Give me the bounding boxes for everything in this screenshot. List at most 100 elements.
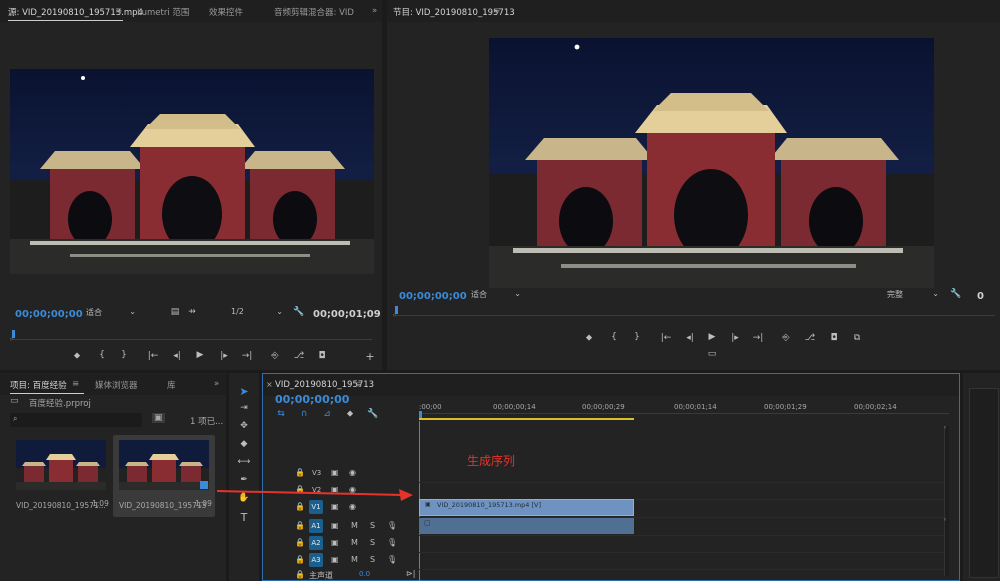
lock-icon[interactable]: 🔒: [295, 468, 305, 477]
lock-icon[interactable]: 🔒: [295, 502, 305, 511]
source-scrub-bar[interactable]: ◦: [9, 330, 372, 344]
camera-icon[interactable]: ◘: [315, 351, 329, 361]
go-to-out-icon[interactable]: →|: [240, 351, 254, 361]
tab-media-browser[interactable]: 媒体浏览器: [95, 379, 138, 391]
lock-icon[interactable]: 🔒: [295, 521, 305, 530]
export-frame-icon[interactable]: ▤: [168, 307, 182, 317]
solo-icon[interactable]: S: [370, 521, 375, 530]
more-tabs-icon[interactable]: »: [214, 379, 219, 389]
extract-icon[interactable]: ⎇: [803, 333, 817, 343]
work-area-bar[interactable]: [419, 418, 634, 420]
play-icon[interactable]: ▶: [705, 332, 719, 342]
eye-icon[interactable]: ◉: [349, 468, 356, 477]
mute-icon[interactable]: M: [351, 521, 358, 530]
source-resolution-select[interactable]: 1/2 ⌄: [231, 307, 285, 321]
insert-icon[interactable]: ⇸: [185, 307, 199, 317]
step-back-icon[interactable]: ◂|: [683, 333, 697, 343]
source-timecode[interactable]: 00;00;00;00: [15, 309, 83, 320]
mute-icon[interactable]: M: [351, 538, 358, 547]
program-scrub-bar[interactable]: ◦: [392, 306, 995, 320]
track-target-a3[interactable]: A3: [309, 553, 323, 567]
sync-lock-icon[interactable]: ▣: [331, 538, 339, 547]
tab-effect-controls[interactable]: 效果控件: [209, 6, 243, 18]
lock-icon[interactable]: 🔒: [295, 570, 305, 579]
scroll-handle-icon[interactable]: ◦: [943, 424, 947, 432]
mark-out-icon[interactable]: }: [630, 332, 644, 342]
mark-in-icon[interactable]: {: [607, 332, 621, 342]
overwrite-clip-icon[interactable]: ⎇: [292, 351, 306, 361]
project-search-input[interactable]: ⌕: [10, 413, 142, 427]
safe-margins-icon[interactable]: ▭: [705, 349, 719, 359]
tab-audio-clip-mixer[interactable]: 音频剪辑混合器: VID: [274, 6, 354, 18]
timeline-menu-icon[interactable]: ≡: [355, 380, 362, 390]
close-icon[interactable]: ×: [266, 380, 273, 389]
project-item-sequence[interactable]: VID_20190810_195713 1;09: [113, 435, 215, 517]
go-to-in-icon[interactable]: |←: [659, 333, 673, 343]
video-clip[interactable]: ▣ VID_20190810_195713.mp4 [V]: [419, 499, 634, 516]
step-back-icon[interactable]: ◂|: [170, 351, 184, 361]
microphone-icon[interactable]: 🎙: [387, 538, 397, 547]
track-target-a1[interactable]: A1: [309, 519, 323, 533]
master-volume[interactable]: 0.0: [359, 570, 370, 578]
scroll-handle-icon[interactable]: ◦: [943, 516, 947, 524]
source-fit-select[interactable]: 适合 ⌄: [86, 307, 138, 321]
solo-icon[interactable]: S: [370, 538, 375, 547]
sync-lock-icon[interactable]: ▣: [331, 521, 339, 530]
add-marker-icon[interactable]: ⬥: [582, 333, 596, 343]
mute-icon[interactable]: M: [351, 555, 358, 564]
track-target-a2[interactable]: A2: [309, 536, 323, 550]
step-forward-icon[interactable]: |▸: [217, 351, 231, 361]
tab-project[interactable]: 项目: 百度经验: [10, 379, 67, 391]
wrench-icon[interactable]: 🔧: [292, 307, 306, 317]
audio-clip[interactable]: ▢: [419, 518, 634, 534]
wrench-icon[interactable]: 🔧: [949, 289, 963, 299]
play-icon[interactable]: ▶: [193, 350, 207, 360]
selection-tool-icon[interactable]: ➤: [237, 385, 251, 398]
microphone-icon[interactable]: 🎙: [387, 521, 397, 530]
snap-icon[interactable]: ⇆: [274, 409, 288, 419]
sync-lock-icon[interactable]: ▣: [331, 555, 339, 564]
vertical-scrollbar[interactable]: [944, 426, 949, 576]
time-ruler[interactable]: :00;00 00;00;00;14 00;00;00;29 00;00;01;…: [419, 400, 954, 422]
insert-clip-icon[interactable]: ⎆: [268, 351, 282, 361]
lock-icon[interactable]: 🔒: [295, 538, 305, 547]
mark-in-icon[interactable]: {: [95, 350, 109, 360]
add-marker-icon[interactable]: ⬥: [343, 409, 357, 419]
type-tool-icon[interactable]: T: [237, 511, 251, 524]
track-select-tool-icon[interactable]: ⇥: [237, 403, 251, 413]
ripple-edit-tool-icon[interactable]: ✥: [237, 421, 251, 431]
eye-icon[interactable]: ◉: [349, 502, 356, 511]
comparison-view-icon[interactable]: ⧉: [850, 333, 864, 343]
lock-icon[interactable]: 🔒: [295, 555, 305, 564]
project-menu-icon[interactable]: ≡: [72, 379, 79, 389]
solo-icon[interactable]: S: [370, 555, 375, 564]
razor-tool-icon[interactable]: ◆: [237, 439, 251, 449]
program-timecode[interactable]: 00;00;00;00: [399, 291, 467, 302]
sync-lock-icon[interactable]: ▣: [331, 468, 339, 477]
program-quality-select[interactable]: 完整 ⌄: [887, 289, 941, 303]
microphone-icon[interactable]: 🎙: [387, 555, 397, 564]
lift-icon[interactable]: ⎆: [779, 333, 793, 343]
linked-selection-icon[interactable]: ∩: [297, 409, 311, 419]
timeline-timecode[interactable]: 00;00;00;00: [275, 393, 349, 406]
tab-libraries[interactable]: 库: [167, 379, 176, 391]
source-menu-icon[interactable]: ≡: [115, 6, 122, 16]
new-bin-icon[interactable]: ▣: [152, 413, 165, 423]
tab-source[interactable]: 源: VID_20190810_195713.mp4: [8, 6, 143, 18]
sync-lock-icon[interactable]: ▣: [331, 502, 339, 511]
slip-tool-icon[interactable]: ⟷: [237, 457, 251, 467]
mark-out-icon[interactable]: }: [117, 350, 131, 360]
wrench-icon[interactable]: 🔧: [366, 409, 380, 419]
tab-lumetri-scopes[interactable]: Lumetri 范围: [137, 6, 189, 18]
camera-icon[interactable]: ◘: [827, 333, 841, 343]
program-menu-icon[interactable]: ≡: [493, 6, 500, 16]
program-fit-select[interactable]: 适合 ⌄: [471, 289, 523, 303]
timeline-playhead[interactable]: [419, 411, 422, 418]
add-button-icon[interactable]: +: [363, 350, 377, 363]
go-to-end-icon[interactable]: ⊳|: [406, 569, 415, 578]
nest-icon[interactable]: ⊿: [320, 409, 334, 419]
go-to-in-icon[interactable]: |←: [146, 351, 160, 361]
more-tabs-icon[interactable]: »: [372, 6, 377, 16]
step-forward-icon[interactable]: |▸: [728, 333, 742, 343]
go-to-out-icon[interactable]: →|: [751, 333, 765, 343]
